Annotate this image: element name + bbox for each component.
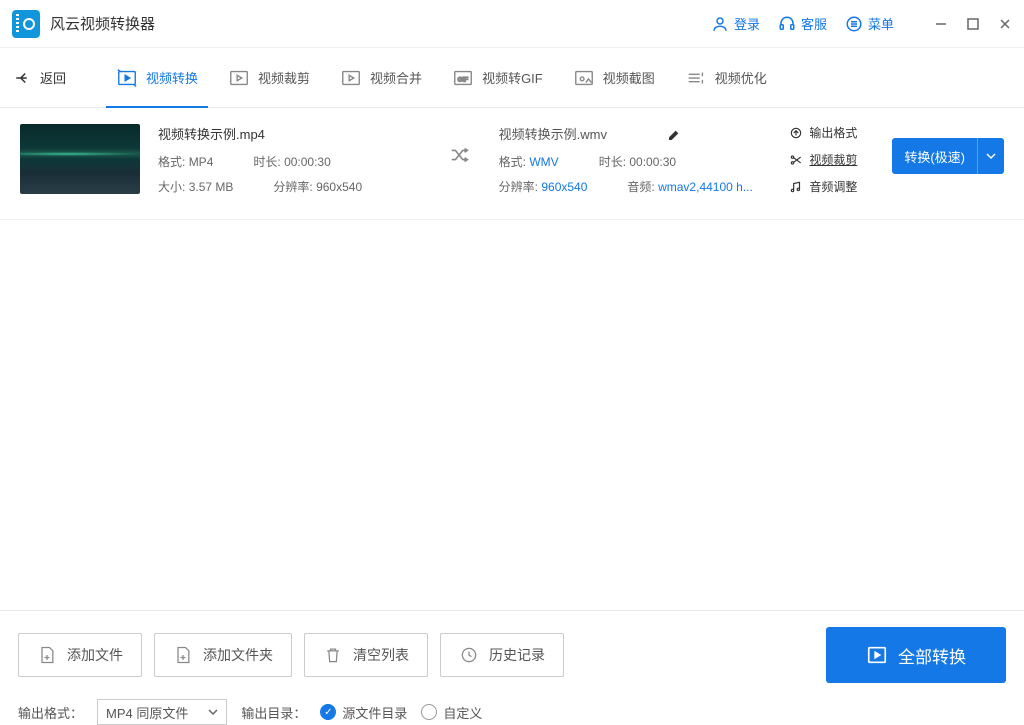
convert-dropdown[interactable] xyxy=(977,138,1004,174)
convert-all-label: 全部转换 xyxy=(898,643,966,668)
close-button[interactable] xyxy=(998,17,1012,31)
menu-icon xyxy=(845,15,863,33)
edit-icon[interactable] xyxy=(667,126,683,142)
output-format: 格式: WMV xyxy=(499,153,559,170)
scissors-icon xyxy=(789,153,803,167)
tab-label: 视频裁剪 xyxy=(258,68,310,87)
clear-list-button[interactable]: 清空列表 xyxy=(304,633,428,677)
output-format-label: 输出格式： xyxy=(18,703,83,722)
source-size: 大小: 3.57 MB xyxy=(158,178,233,195)
tab-video-gif[interactable]: GIF 视频转GIF xyxy=(452,49,543,107)
video-thumbnail[interactable] xyxy=(20,124,140,194)
chevron-down-icon xyxy=(208,707,218,717)
output-format-link[interactable]: 输出格式 xyxy=(789,124,874,141)
headset-icon xyxy=(778,15,796,33)
tab-label: 视频合并 xyxy=(370,68,422,87)
gif-icon: GIF xyxy=(452,67,474,89)
history-button[interactable]: 历史记录 xyxy=(440,633,564,677)
output-format-value: MP4 同原文件 xyxy=(106,703,188,722)
video-crop-link[interactable]: 视频裁剪 xyxy=(789,151,874,168)
audio-adjust-link[interactable]: 音频调整 xyxy=(789,178,874,195)
maximize-button[interactable] xyxy=(966,17,980,31)
merge-icon xyxy=(340,67,362,89)
radio-dot-icon xyxy=(421,704,437,720)
output-duration: 时长: 00:00:30 xyxy=(599,153,676,170)
app-logo xyxy=(12,10,40,38)
output-format-select[interactable]: MP4 同原文件 xyxy=(97,699,227,725)
radio-source-label: 源文件目录 xyxy=(342,703,407,722)
output-dir-label: 输出目录： xyxy=(241,703,306,722)
source-resolution: 分辨率: 960x540 xyxy=(273,178,362,195)
source-duration: 时长: 00:00:30 xyxy=(253,153,330,170)
folder-add-icon xyxy=(173,645,193,665)
user-icon xyxy=(711,15,729,33)
history-label: 历史记录 xyxy=(489,645,545,665)
login-label: 登录 xyxy=(734,14,760,33)
screenshot-icon xyxy=(573,67,595,89)
crop-icon xyxy=(228,67,250,89)
service-label: 客服 xyxy=(801,14,827,33)
minimize-button[interactable] xyxy=(934,17,948,31)
tab-label: 视频截图 xyxy=(603,68,655,87)
convert-icon xyxy=(116,67,138,89)
output-resolution: 分辨率: 960x540 xyxy=(499,178,588,195)
tab-video-optimize[interactable]: 视频优化 xyxy=(685,49,767,107)
arrow-left-icon xyxy=(14,69,32,87)
login-button[interactable]: 登录 xyxy=(711,14,760,33)
menu-button[interactable]: 菜单 xyxy=(845,14,894,33)
menu-label: 菜单 xyxy=(868,14,894,33)
radio-custom-label: 自定义 xyxy=(443,703,482,722)
radio-source-dir[interactable]: 源文件目录 xyxy=(320,703,407,722)
add-folder-label: 添加文件夹 xyxy=(203,645,273,665)
tab-video-merge[interactable]: 视频合并 xyxy=(340,49,422,107)
history-icon xyxy=(459,645,479,665)
output-filename: 视频转换示例.wmv xyxy=(499,124,607,143)
output-audio: 音频: wmav2,44100 h... xyxy=(627,178,752,195)
add-file-button[interactable]: 添加文件 xyxy=(18,633,142,677)
source-format: 格式: MP4 xyxy=(158,153,213,170)
tab-video-screenshot[interactable]: 视频截图 xyxy=(573,49,655,107)
tab-label: 视频优化 xyxy=(715,68,767,87)
file-add-icon xyxy=(37,645,57,665)
radio-dot-icon xyxy=(320,704,336,720)
clear-list-label: 清空列表 xyxy=(353,645,409,665)
shuffle-icon[interactable] xyxy=(449,124,481,169)
convert-label: 转换(极速) xyxy=(892,138,977,174)
play-icon xyxy=(866,644,888,666)
file-row: 视频转换示例.mp4 格式: MP4 时长: 00:00:30 大小: 3.57… xyxy=(0,108,1024,220)
tab-video-crop[interactable]: 视频裁剪 xyxy=(228,49,310,107)
chevron-down-icon xyxy=(986,151,996,161)
add-file-label: 添加文件 xyxy=(67,645,123,665)
add-folder-button[interactable]: 添加文件夹 xyxy=(154,633,292,677)
convert-all-button[interactable]: 全部转换 xyxy=(826,627,1006,683)
tab-video-convert[interactable]: 视频转换 xyxy=(116,49,198,107)
tab-label: 视频转换 xyxy=(146,68,198,87)
convert-button[interactable]: 转换(极速) xyxy=(892,138,1004,174)
music-icon xyxy=(789,180,803,194)
source-filename: 视频转换示例.mp4 xyxy=(158,124,431,143)
radio-custom-dir[interactable]: 自定义 xyxy=(421,703,482,722)
optimize-icon xyxy=(685,67,707,89)
service-button[interactable]: 客服 xyxy=(778,14,827,33)
back-label: 返回 xyxy=(40,68,66,87)
tab-label: 视频转GIF xyxy=(482,68,543,87)
back-button[interactable]: 返回 xyxy=(14,68,66,87)
app-title: 风云视频转换器 xyxy=(50,13,155,34)
svg-text:GIF: GIF xyxy=(458,76,469,83)
export-icon xyxy=(789,126,803,140)
trash-icon xyxy=(323,645,343,665)
